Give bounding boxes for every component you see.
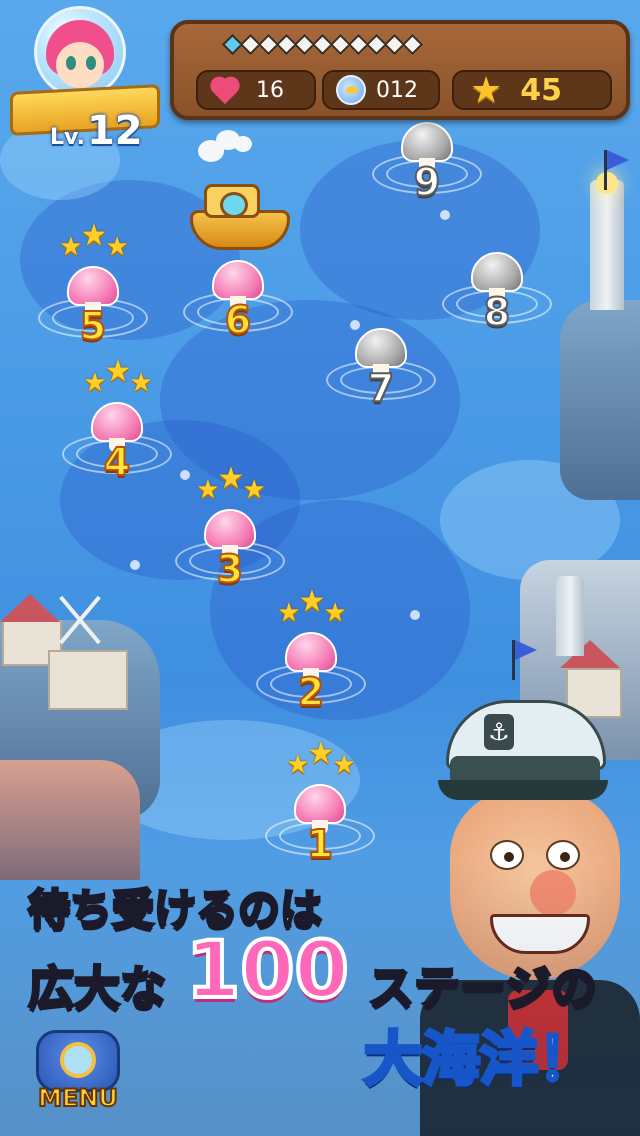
lives-value: 16	[256, 77, 284, 103]
diamond-icon	[294, 34, 310, 54]
stage-number: 4	[103, 439, 131, 485]
stage-number: 9	[413, 159, 441, 205]
mushroom-icon	[285, 632, 337, 672]
stage-number: 8	[483, 289, 511, 335]
stage-node-6[interactable]: 6	[183, 256, 293, 376]
lives-counter[interactable]: 16	[196, 70, 316, 110]
diamond-icon	[348, 34, 364, 54]
diamond-icon	[276, 34, 292, 54]
anchor-icon: ⚓	[484, 714, 514, 750]
stage-node-5[interactable]: ★★★ 5	[38, 218, 148, 382]
promo-stage-count: 100	[184, 924, 351, 1018]
heart-icon	[210, 76, 242, 104]
stage-node-8[interactable]: 8	[442, 248, 552, 368]
level-number: 12	[86, 108, 143, 154]
stage-stars: ★★★	[196, 461, 266, 505]
player-boat	[180, 130, 300, 260]
diamond-icon	[330, 34, 346, 54]
diamond-icon	[366, 34, 382, 54]
player-level: Lv.12	[50, 108, 143, 154]
stars-counter[interactable]: ★ 45	[452, 69, 612, 111]
mushroom-icon	[67, 266, 119, 306]
menu-label: MENU	[37, 1083, 119, 1113]
stage-node-2[interactable]: ★★★ 2	[256, 584, 366, 748]
mushroom-icon	[91, 402, 143, 442]
stage-number: 3	[216, 546, 244, 592]
diamond-icon	[384, 34, 400, 54]
diamond-progress	[222, 34, 418, 54]
menu-button[interactable]: MENU	[30, 1028, 126, 1113]
promo-line-3: 大海洋！	[362, 1023, 598, 1095]
mushroom-icon	[212, 260, 264, 300]
lighthouse	[590, 180, 624, 310]
diamond-icon	[258, 34, 274, 54]
stage-node-9[interactable]: 9	[372, 118, 482, 238]
mushroom-icon	[294, 784, 346, 824]
promo-line-2-prefix: 広大な	[27, 960, 168, 1017]
stage-number: 5	[79, 303, 107, 349]
diamond-icon	[240, 34, 256, 54]
promo-line-2-suffix: ステージの	[366, 960, 598, 1017]
stage-number: 7	[367, 365, 395, 411]
stage-node-3[interactable]: ★★★ 3	[175, 461, 285, 625]
coins-value: 012	[376, 77, 418, 103]
fish-coin-icon	[336, 75, 366, 105]
stage-number: 6	[224, 297, 252, 343]
mushroom-icon	[204, 509, 256, 549]
stage-node-4[interactable]: ★★★ 4	[62, 354, 172, 518]
diamond-icon	[402, 34, 418, 54]
coins-counter[interactable]: 012	[322, 70, 440, 110]
stars-value: 45	[520, 72, 563, 108]
locked-mushroom-icon	[355, 328, 407, 368]
level-prefix: Lv.	[50, 125, 85, 150]
diamond-icon	[222, 34, 238, 54]
locked-mushroom-icon	[401, 122, 453, 162]
locked-mushroom-icon	[471, 252, 523, 292]
windmill-icon	[50, 590, 110, 650]
stage-number: 1	[306, 821, 334, 867]
stage-stars: ★★★	[286, 736, 356, 780]
stage-stars: ★★★	[59, 218, 129, 262]
diamond-icon	[312, 34, 328, 54]
stage-node-7[interactable]: 7	[326, 324, 436, 444]
stage-number: 2	[297, 669, 325, 715]
star-icon: ★	[470, 69, 503, 111]
